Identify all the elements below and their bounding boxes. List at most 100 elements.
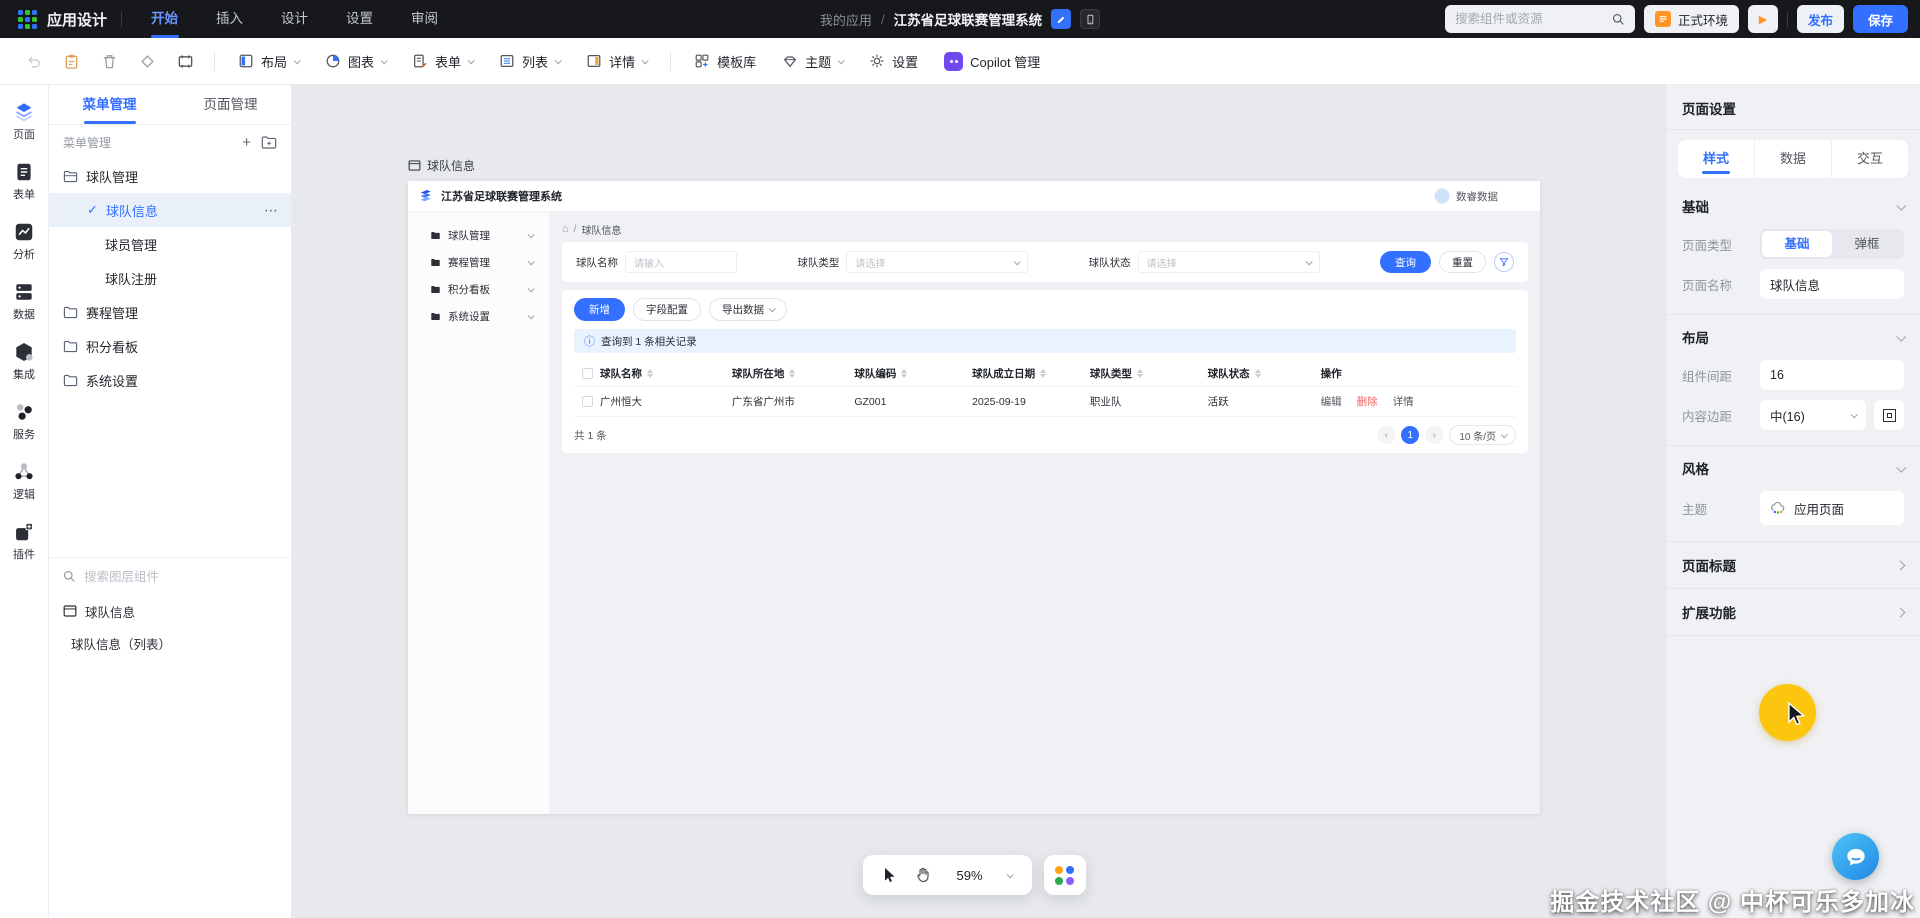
table-row[interactable]: 广州恒大 广东省广州市 GZ001 2025-09-19 职业队 活跃 编辑 删… bbox=[574, 387, 1516, 417]
more-icon[interactable]: ⋯ bbox=[264, 202, 279, 219]
paste-button[interactable] bbox=[52, 45, 90, 77]
section-layout-header[interactable]: 布局 bbox=[1666, 315, 1920, 355]
sort-icon[interactable] bbox=[1040, 369, 1046, 378]
page-name-input[interactable] bbox=[1760, 269, 1904, 299]
artboard-tool-button[interactable] bbox=[166, 45, 204, 77]
tree-folder-schedule-management[interactable]: 赛程管理 bbox=[49, 295, 291, 329]
add-folder-button[interactable] bbox=[261, 135, 277, 150]
sort-icon[interactable] bbox=[1137, 369, 1143, 378]
menu-tab-review[interactable]: 审阅 bbox=[392, 0, 457, 38]
detail-row-link[interactable]: 详情 bbox=[1393, 394, 1414, 409]
tree-item-team-info[interactable]: ✓ 球队信息 ⋯ bbox=[49, 193, 291, 227]
add-record-button[interactable]: 新增 bbox=[574, 298, 625, 321]
design-canvas[interactable]: 球队信息 江苏省足球联赛管理系统 数睿数据 球队管理 bbox=[292, 85, 1665, 918]
global-search-input[interactable] bbox=[1455, 12, 1604, 26]
tab-style[interactable]: 样式 bbox=[1678, 140, 1754, 178]
save-button[interactable]: 保存 bbox=[1853, 5, 1908, 33]
rail-item-plugins[interactable]: 插件 bbox=[13, 521, 35, 562]
select-tool-button[interactable] bbox=[875, 861, 903, 889]
tab-page-management[interactable]: 页面管理 bbox=[170, 85, 291, 124]
insert-detail-dropdown[interactable]: 详情 bbox=[573, 45, 660, 77]
team-name-input[interactable]: 请输入 bbox=[625, 251, 737, 273]
component-gap-input[interactable] bbox=[1760, 360, 1904, 390]
insert-form-dropdown[interactable]: 表单 bbox=[399, 45, 486, 77]
page-type-basic[interactable]: 基础 bbox=[1762, 231, 1832, 257]
next-page-button[interactable]: › bbox=[1425, 426, 1443, 444]
sort-icon[interactable] bbox=[1255, 369, 1261, 378]
preview-run-button[interactable]: ▶ bbox=[1748, 5, 1778, 33]
settings-button[interactable]: 设置 bbox=[856, 45, 931, 77]
prev-page-button[interactable]: ‹ bbox=[1377, 426, 1395, 444]
layer-item-team-info-list[interactable]: 球队信息（列表） bbox=[49, 627, 291, 659]
page-size-select[interactable]: 10 条/页 bbox=[1449, 425, 1516, 445]
export-data-button[interactable]: 导出数据 bbox=[709, 298, 787, 321]
sort-icon[interactable] bbox=[789, 369, 795, 378]
layer-search-input[interactable] bbox=[84, 570, 277, 584]
page-1-button[interactable]: 1 bbox=[1401, 426, 1419, 444]
sort-icon[interactable] bbox=[647, 369, 653, 378]
rail-item-forms[interactable]: 表单 bbox=[13, 161, 35, 202]
preview-menu-points-board[interactable]: 积分看板 bbox=[408, 276, 549, 303]
undo-button[interactable] bbox=[14, 45, 52, 77]
menu-tab-settings[interactable]: 设置 bbox=[327, 0, 392, 38]
menu-tab-start[interactable]: 开始 bbox=[132, 0, 197, 38]
rename-app-button[interactable] bbox=[1051, 9, 1071, 29]
query-button[interactable]: 查询 bbox=[1380, 251, 1431, 273]
section-basic-header[interactable]: 基础 bbox=[1666, 184, 1920, 224]
breadcrumb-parent[interactable]: 我的应用 bbox=[820, 10, 872, 29]
theme-dropdown[interactable]: 主题 bbox=[769, 45, 856, 77]
zoom-level-select[interactable]: 59% bbox=[943, 868, 1020, 883]
tab-data[interactable]: 数据 bbox=[1754, 140, 1831, 178]
publish-button[interactable]: 发布 bbox=[1797, 5, 1844, 33]
insert-list-dropdown[interactable]: 列表 bbox=[486, 45, 573, 77]
section-page-title[interactable]: 页面标题 bbox=[1666, 542, 1920, 589]
page-theme-button[interactable]: 应用页面 bbox=[1760, 491, 1904, 525]
rail-item-services[interactable]: 服务 bbox=[13, 401, 35, 442]
tab-interaction[interactable]: 交互 bbox=[1831, 140, 1908, 178]
preview-menu-schedule[interactable]: 赛程管理 bbox=[408, 249, 549, 276]
preview-menu-team-management[interactable]: 球队管理 bbox=[408, 222, 549, 249]
apps-grid-icon[interactable] bbox=[18, 10, 37, 29]
add-menu-button[interactable]: + bbox=[242, 135, 251, 150]
select-all-checkbox[interactable] bbox=[582, 368, 593, 379]
device-preview-button[interactable] bbox=[1080, 9, 1100, 29]
artboard-team-info-page[interactable]: 江苏省足球联赛管理系统 数睿数据 球队管理 赛程管理 bbox=[408, 181, 1540, 814]
widgets-palette-button[interactable] bbox=[1044, 855, 1086, 895]
content-padding-select[interactable]: 中(16) bbox=[1760, 400, 1866, 430]
padding-detail-button[interactable] bbox=[1874, 400, 1904, 430]
rail-item-pages[interactable]: 页面 bbox=[13, 101, 35, 142]
environment-button[interactable]: 正式环境 bbox=[1644, 5, 1739, 33]
row-checkbox[interactable] bbox=[582, 396, 593, 407]
reset-button[interactable]: 重置 bbox=[1439, 251, 1486, 273]
chat-support-button[interactable] bbox=[1832, 833, 1879, 880]
rail-item-integrations[interactable]: 集成 bbox=[13, 341, 35, 382]
preview-account[interactable]: 数睿数据 bbox=[1434, 188, 1498, 204]
section-style-header[interactable]: 风格 bbox=[1666, 446, 1920, 486]
tree-folder-points-board[interactable]: 积分看板 bbox=[49, 329, 291, 363]
rail-item-logic[interactable]: 逻辑 bbox=[13, 461, 35, 502]
menu-tab-insert[interactable]: 插入 bbox=[197, 0, 262, 38]
rail-item-data[interactable]: 数据 bbox=[13, 281, 35, 322]
tree-folder-team-management[interactable]: 球队管理 bbox=[49, 159, 291, 193]
tab-menu-management[interactable]: 菜单管理 bbox=[49, 85, 170, 124]
tree-item-player-management[interactable]: 球员管理 bbox=[49, 227, 291, 261]
sort-icon[interactable] bbox=[901, 369, 907, 378]
tree-folder-system-settings[interactable]: 系统设置 bbox=[49, 363, 291, 397]
rail-item-analytics[interactable]: 分析 bbox=[13, 221, 35, 262]
pan-tool-button[interactable] bbox=[909, 861, 937, 889]
edit-row-link[interactable]: 编辑 bbox=[1321, 394, 1342, 409]
team-status-select[interactable]: 请选择 bbox=[1138, 251, 1320, 273]
insert-layout-dropdown[interactable]: 布局 bbox=[225, 45, 312, 77]
home-icon[interactable]: ⌂ bbox=[562, 223, 569, 235]
delete-row-link[interactable]: 删除 bbox=[1357, 394, 1378, 409]
template-library-button[interactable]: 模板库 bbox=[681, 45, 769, 77]
delete-button[interactable] bbox=[90, 45, 128, 77]
preview-menu-system-settings[interactable]: 系统设置 bbox=[408, 303, 549, 330]
artboard-label[interactable]: 球队信息 bbox=[408, 157, 475, 174]
menu-tab-design[interactable]: 设计 bbox=[262, 0, 327, 38]
team-type-select[interactable]: 请选择 bbox=[846, 251, 1028, 273]
copilot-manage-button[interactable]: Copilot 管理 bbox=[931, 45, 1053, 77]
shape-tool-button[interactable] bbox=[128, 45, 166, 77]
global-search[interactable] bbox=[1445, 5, 1635, 33]
layer-search[interactable] bbox=[49, 558, 291, 595]
